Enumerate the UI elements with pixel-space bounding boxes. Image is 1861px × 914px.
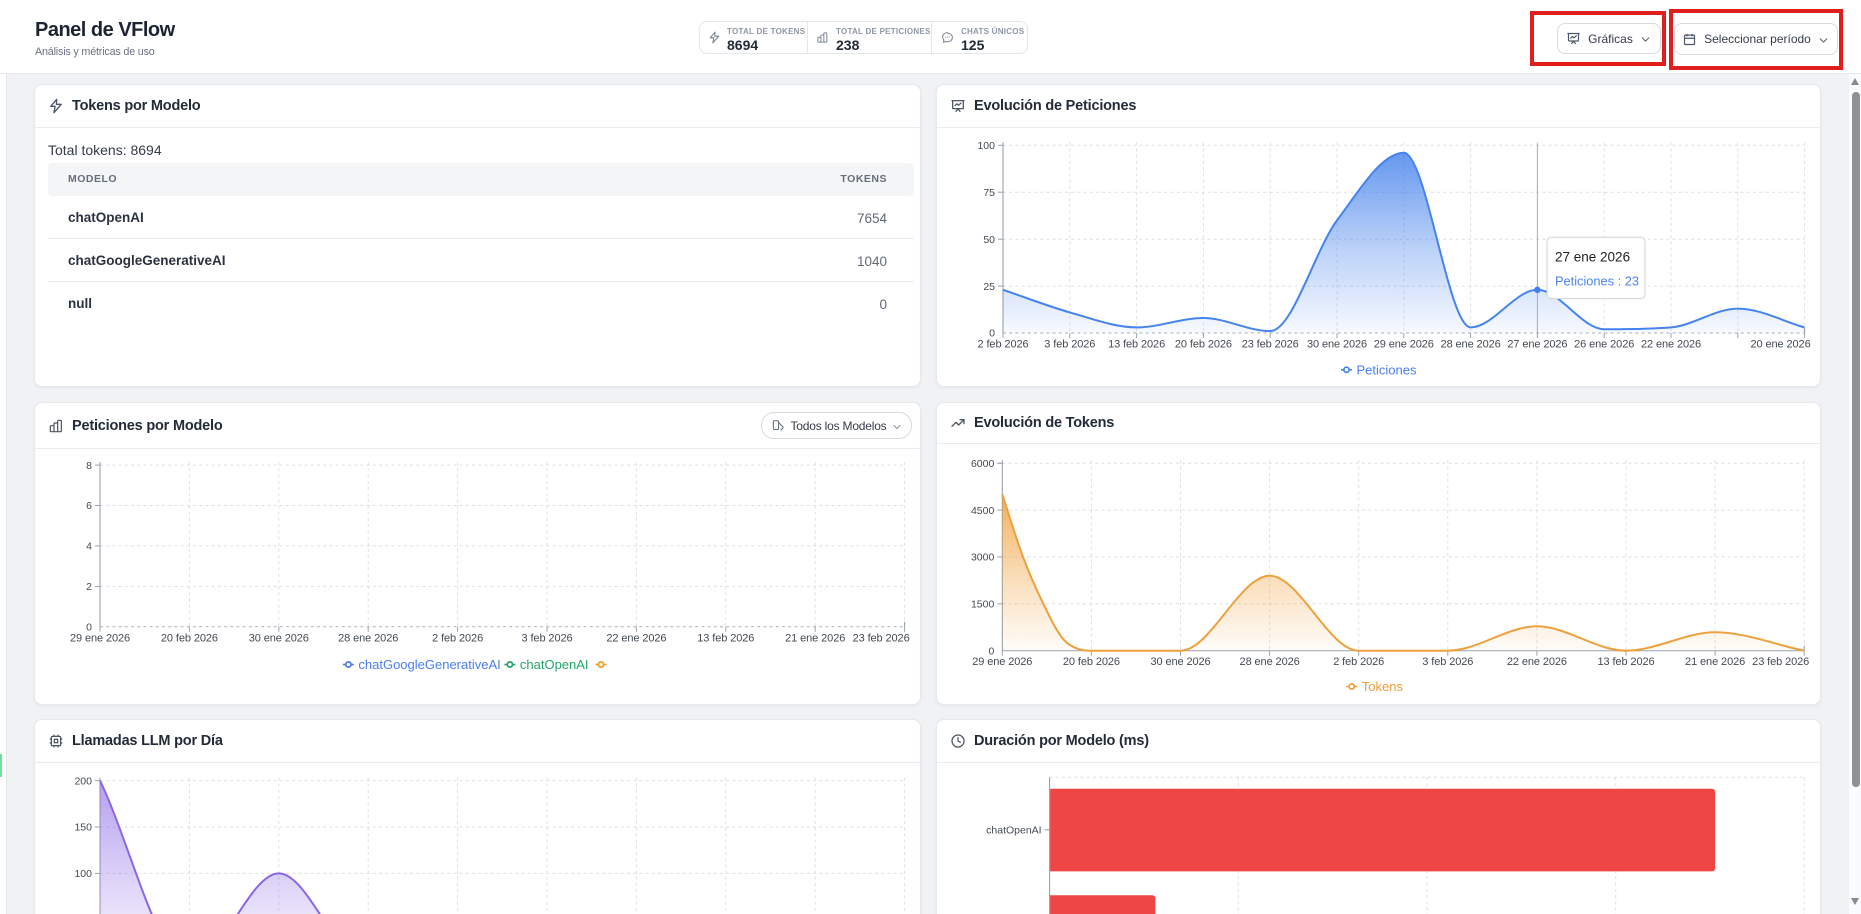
svg-text:2 feb 2026: 2 feb 2026	[1333, 656, 1384, 668]
svg-text:29 ene 2026: 29 ene 2026	[1374, 339, 1434, 351]
svg-text:28 ene 2026: 28 ene 2026	[338, 632, 398, 644]
svg-text:8: 8	[86, 460, 92, 472]
svg-text:2: 2	[86, 581, 92, 593]
svg-text:13 feb 2026: 13 feb 2026	[1597, 656, 1654, 668]
svg-text:21 ene 2026: 21 ene 2026	[1685, 656, 1745, 668]
svg-text:chatOpenAI: chatOpenAI	[520, 657, 589, 672]
svg-text:3 feb 2026: 3 feb 2026	[1422, 656, 1473, 668]
svg-text:25: 25	[983, 281, 995, 293]
svg-text:20 feb 2026: 20 feb 2026	[161, 632, 218, 644]
svg-text:Peticiones : 23: Peticiones : 23	[1555, 274, 1639, 289]
svg-text:30 ene 2026: 30 ene 2026	[1150, 656, 1210, 668]
svg-text:23 feb 2026: 23 feb 2026	[1242, 339, 1299, 351]
svg-text:22 ene 2026: 22 ene 2026	[1641, 339, 1701, 351]
svg-text:75: 75	[983, 187, 995, 199]
svg-text:26 ene 2026: 26 ene 2026	[1574, 339, 1634, 351]
svg-text:28 ene 2026: 28 ene 2026	[1240, 656, 1300, 668]
svg-text:3 feb 2026: 3 feb 2026	[1044, 339, 1095, 351]
svg-text:chatOpenAI: chatOpenAI	[986, 825, 1041, 837]
svg-text:20 feb 2026: 20 feb 2026	[1063, 656, 1120, 668]
svg-text:100: 100	[977, 140, 995, 152]
svg-text:13 feb 2026: 13 feb 2026	[697, 632, 754, 644]
svg-text:30 ene 2026: 30 ene 2026	[249, 632, 309, 644]
svg-text:21 ene 2026: 21 ene 2026	[785, 632, 845, 644]
svg-text:23 feb 2026: 23 feb 2026	[1752, 656, 1809, 668]
svg-text:22 ene 2026: 22 ene 2026	[1507, 656, 1567, 668]
svg-text:50: 50	[983, 234, 995, 246]
svg-text:2 feb 2026: 2 feb 2026	[978, 339, 1029, 351]
svg-text:4: 4	[86, 541, 92, 553]
svg-text:28 ene 2026: 28 ene 2026	[1441, 339, 1501, 351]
svg-text:27 ene 2026: 27 ene 2026	[1507, 339, 1567, 351]
svg-text:30 ene 2026: 30 ene 2026	[1307, 339, 1367, 351]
svg-text:Peticiones: Peticiones	[1357, 362, 1417, 377]
svg-text:20 feb 2026: 20 feb 2026	[1175, 339, 1232, 351]
svg-text:Tokens: Tokens	[1362, 679, 1404, 694]
svg-text:4500: 4500	[971, 505, 995, 517]
svg-text:1500: 1500	[971, 599, 995, 611]
svg-text:150: 150	[74, 822, 92, 834]
svg-text:29 ene 2026: 29 ene 2026	[972, 656, 1032, 668]
svg-text:2 feb 2026: 2 feb 2026	[432, 632, 483, 644]
svg-text:6: 6	[86, 500, 92, 512]
svg-text:3000: 3000	[971, 552, 995, 564]
svg-text:20 ene 2026: 20 ene 2026	[1751, 339, 1811, 351]
svg-text:27 ene 2026: 27 ene 2026	[1555, 250, 1630, 265]
svg-text:6000: 6000	[971, 458, 995, 470]
svg-text:3 feb 2026: 3 feb 2026	[522, 632, 573, 644]
svg-text:29 ene 2026: 29 ene 2026	[70, 632, 130, 644]
svg-text:100: 100	[74, 868, 92, 880]
svg-text:13 feb 2026: 13 feb 2026	[1108, 339, 1165, 351]
svg-text:22 ene 2026: 22 ene 2026	[606, 632, 666, 644]
svg-text:200: 200	[74, 775, 92, 787]
svg-text:chatGoogleGenerativeAI: chatGoogleGenerativeAI	[358, 657, 500, 672]
svg-text:23 feb 2026: 23 feb 2026	[853, 632, 910, 644]
